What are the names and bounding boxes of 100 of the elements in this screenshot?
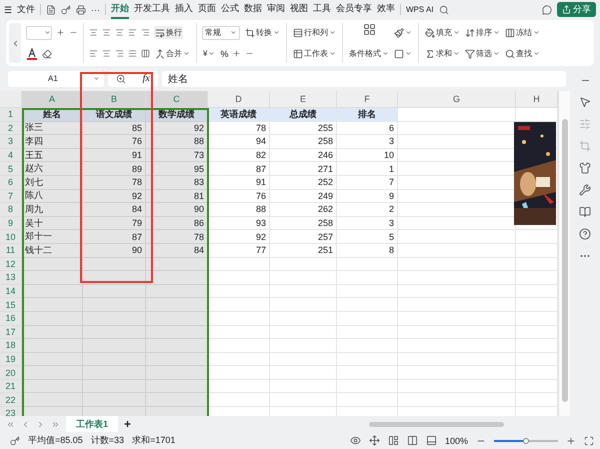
font-color-icon[interactable] xyxy=(26,48,38,60)
row-number[interactable]: 21 xyxy=(0,380,22,394)
column-header[interactable]: E xyxy=(270,91,337,108)
merge-button[interactable]: 合并 xyxy=(154,47,191,60)
eye-icon[interactable] xyxy=(350,435,361,446)
corner-cell[interactable] xyxy=(0,91,22,108)
menu-icon[interactable]: ☰ xyxy=(4,4,12,14)
sort-button[interactable]: 排序 xyxy=(464,23,501,42)
column-header[interactable]: H xyxy=(516,91,558,108)
shirt-icon[interactable] xyxy=(579,162,591,174)
move-icon[interactable] xyxy=(368,435,380,446)
number-format-dropdown[interactable]: 常规 xyxy=(202,26,240,40)
column-header[interactable]: G xyxy=(398,91,516,108)
freeze-button[interactable]: 冻结 xyxy=(504,23,541,42)
more-icon[interactable]: ··· xyxy=(91,4,100,14)
split-view-icon[interactable] xyxy=(406,435,418,446)
menu-tab[interactable]: 会员专享 xyxy=(336,0,372,19)
menu-tab[interactable]: 插入 xyxy=(175,0,193,19)
column-header[interactable]: A xyxy=(22,91,83,108)
row-number[interactable]: 2 xyxy=(0,122,22,136)
eraser-icon[interactable] xyxy=(42,48,52,58)
row-number[interactable]: 23 xyxy=(0,407,22,416)
find-button[interactable]: 查找 xyxy=(504,44,541,63)
align-left-icon[interactable] xyxy=(89,49,98,58)
menu-tab[interactable]: 审阅 xyxy=(267,0,285,19)
row-number[interactable]: 13 xyxy=(0,271,22,285)
row-number[interactable]: 3 xyxy=(0,135,22,149)
currency-button[interactable]: ¥ xyxy=(202,48,216,59)
menu-tab[interactable]: 页面 xyxy=(198,0,216,19)
wrap-text-button[interactable]: 换行 xyxy=(154,26,183,39)
fullscreen-icon[interactable] xyxy=(584,436,594,446)
first-sheet-icon[interactable] xyxy=(6,420,15,428)
convert-button[interactable]: 转换 xyxy=(244,26,281,39)
slider-thumb[interactable] xyxy=(523,438,529,444)
document-icon[interactable] xyxy=(46,4,56,14)
row-number[interactable]: 1 xyxy=(0,108,22,122)
page-view-icon[interactable] xyxy=(426,435,437,446)
last-sheet-icon[interactable] xyxy=(51,420,60,428)
chat-icon[interactable] xyxy=(542,4,552,14)
row-number[interactable]: 22 xyxy=(0,393,22,408)
sum-button[interactable]: 求和 xyxy=(424,44,461,63)
fill-button[interactable]: 填充 xyxy=(424,23,461,42)
row-number[interactable]: 18 xyxy=(0,339,22,353)
column-header[interactable]: C xyxy=(146,91,208,108)
row-number[interactable]: 9 xyxy=(0,216,22,230)
column-header[interactable]: D xyxy=(208,91,270,108)
ai-button[interactable]: WPS AI xyxy=(406,5,434,14)
worksheet-button[interactable]: 工作表 xyxy=(292,47,337,60)
menu-tab[interactable]: 公式 xyxy=(221,0,239,19)
cursor-icon[interactable] xyxy=(579,96,591,108)
menu-tab[interactable]: 开发工具 xyxy=(134,0,170,19)
formula-field[interactable]: 姓名 xyxy=(162,70,566,86)
row-number[interactable]: 19 xyxy=(0,352,22,366)
next-sheet-icon[interactable] xyxy=(36,420,45,428)
menu-tab[interactable]: 工具 xyxy=(313,0,331,19)
zoom-icon[interactable] xyxy=(116,74,126,84)
menu-tab[interactable]: 视图 xyxy=(290,0,308,19)
help-icon[interactable] xyxy=(579,228,591,240)
align-middle-icon[interactable] xyxy=(102,28,111,37)
tools-icon[interactable] xyxy=(579,184,591,196)
row-number[interactable]: 5 xyxy=(0,162,22,176)
row-number[interactable]: 10 xyxy=(0,230,22,244)
align-right-icon[interactable] xyxy=(115,49,124,58)
sheet-tab[interactable]: 工作表1 xyxy=(66,416,118,432)
vertical-scrollbar[interactable] xyxy=(558,91,570,416)
row-number[interactable]: 8 xyxy=(0,203,22,217)
row-number[interactable]: 6 xyxy=(0,176,22,190)
column-header[interactable]: F xyxy=(337,91,398,108)
row-number[interactable]: 17 xyxy=(0,326,22,340)
justify-icon[interactable] xyxy=(128,49,137,58)
row-number[interactable]: 16 xyxy=(0,312,22,326)
align-center-icon[interactable] xyxy=(102,49,111,58)
key-icon[interactable] xyxy=(61,4,71,14)
menu-tab[interactable]: 数据 xyxy=(244,0,262,19)
row-number[interactable]: 14 xyxy=(0,284,22,298)
rows-columns-button[interactable]: 行和列 xyxy=(292,26,337,39)
book-icon[interactable] xyxy=(579,206,591,218)
zoom-in-icon[interactable] xyxy=(566,436,576,446)
sliders-icon[interactable] xyxy=(579,118,591,130)
previous-sheet-icon[interactable] xyxy=(21,420,30,428)
normal-view-icon[interactable] xyxy=(388,435,399,446)
row-number[interactable]: 15 xyxy=(0,298,22,312)
printer-icon[interactable] xyxy=(76,4,86,14)
function-button[interactable]: fx xyxy=(142,73,150,84)
menu-tab[interactable]: 效率 xyxy=(377,0,395,19)
name-box[interactable]: A1 xyxy=(8,70,104,86)
search-icon[interactable] xyxy=(438,4,449,14)
row-number[interactable]: 4 xyxy=(0,148,22,162)
row-number[interactable]: 7 xyxy=(0,190,22,204)
zoom-level[interactable]: 100% xyxy=(444,436,468,446)
percent-button[interactable]: % xyxy=(220,48,228,58)
filter-button[interactable]: 筛选 xyxy=(464,44,501,63)
grid-icon[interactable] xyxy=(362,23,376,36)
share-button[interactable]: 分享 xyxy=(557,2,596,17)
row-number[interactable]: 11 xyxy=(0,244,22,258)
file-menu[interactable]: 文件 xyxy=(17,3,35,16)
conditional-format-button[interactable]: 条件格式 xyxy=(348,44,390,63)
column-header[interactable]: B xyxy=(83,91,146,108)
row-number[interactable]: 12 xyxy=(0,258,22,272)
add-sheet-button[interactable]: + xyxy=(124,417,132,431)
